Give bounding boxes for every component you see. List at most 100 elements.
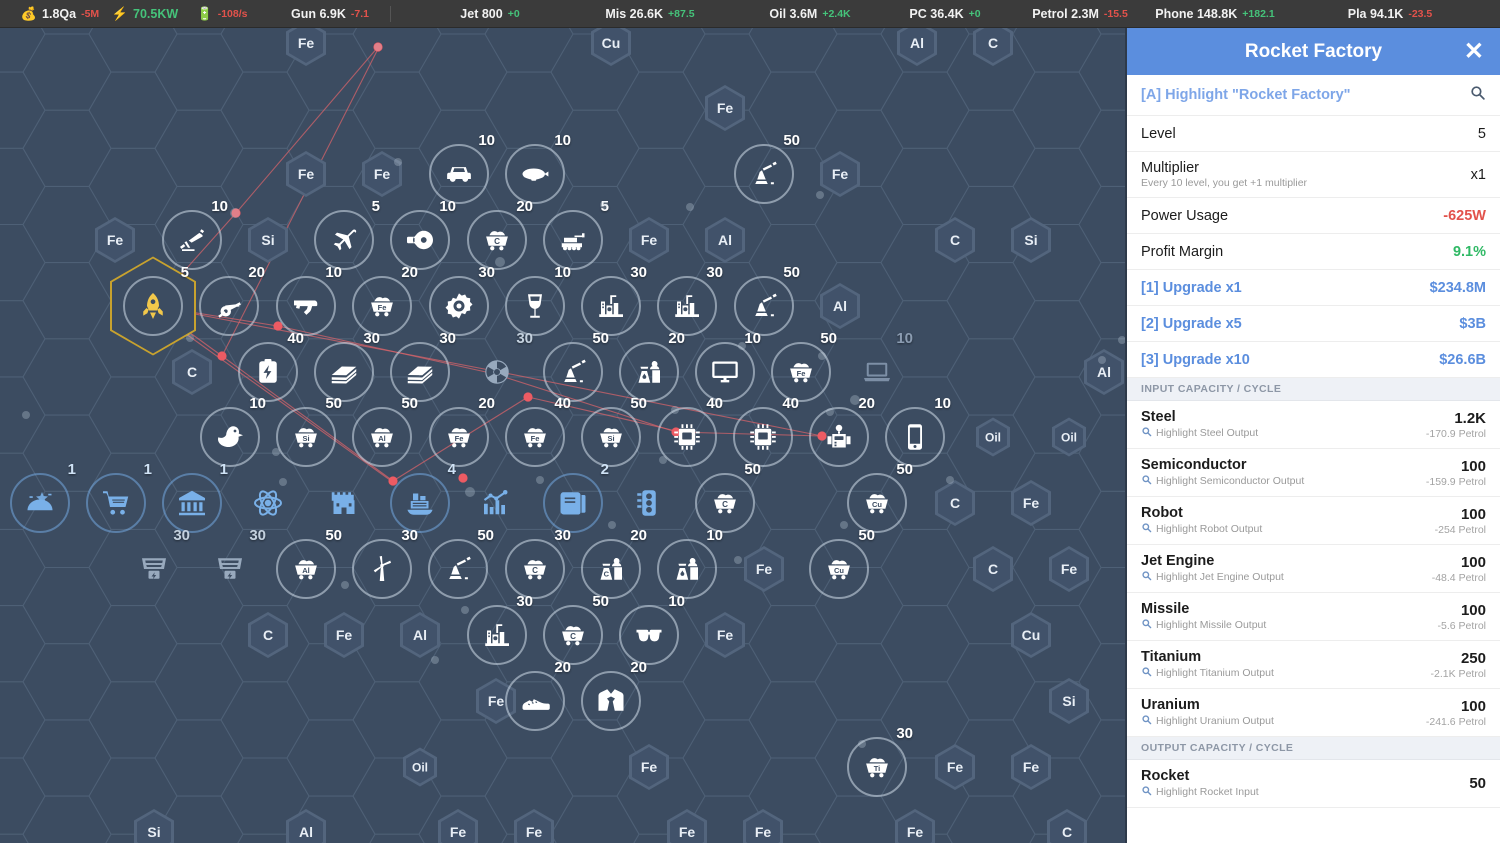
building-castle[interactable] [314, 473, 374, 533]
artillery-icon [214, 291, 244, 321]
output-resource-row[interactable]: RocketHighlight Rocket Input50 [1127, 760, 1500, 808]
building-stock-chart[interactable] [466, 473, 526, 533]
building-missile-launcher[interactable]: 10 [162, 210, 222, 270]
input-left: TitaniumHighlight Titanium Output [1141, 649, 1274, 680]
building-coal-cart[interactable]: C50 [695, 473, 755, 533]
building-tank[interactable]: 5 [543, 210, 603, 270]
building-iron-cart[interactable]: Fe50 [771, 342, 831, 402]
building-silicon-cart[interactable]: Si50 [581, 407, 641, 467]
building-airplane[interactable]: 5 [314, 210, 374, 270]
building-car-factory[interactable]: 10 [429, 144, 489, 204]
building-iron-cart[interactable]: Fe20 [352, 276, 412, 336]
building-coal-cart[interactable]: C50 [543, 605, 603, 665]
building-aluminium-cart[interactable]: Al50 [352, 407, 412, 467]
resource-blob [818, 352, 826, 360]
building-nuclear-plant[interactable]: 20 [619, 342, 679, 402]
building-iron-cart[interactable]: Fe20 [429, 407, 489, 467]
building-gear[interactable]: 30 [429, 276, 489, 336]
input-cost: -48.4 Petrol [1432, 572, 1486, 584]
building-oil-derrick[interactable]: 50 [734, 276, 794, 336]
building-oil-derrick[interactable]: 50 [734, 144, 794, 204]
building-steel-beam[interactable]: 30 [314, 342, 374, 402]
building-refinery[interactable]: 30 [467, 605, 527, 665]
input-resource-row[interactable]: UraniumHighlight Uranium Output100-241.6… [1127, 689, 1500, 737]
input-highlight-link[interactable]: Highlight Semiconductor Output [1141, 474, 1304, 488]
building-wine-glass[interactable]: 10 [505, 276, 565, 336]
steel-beam-icon [405, 357, 435, 387]
building-book[interactable]: 2 [543, 473, 603, 533]
building-uranium[interactable]: 30 [467, 342, 527, 402]
upgrade-row[interactable]: [3] Upgrade x10$26.6B [1127, 342, 1500, 378]
traffic-light-icon [634, 488, 664, 518]
building-steel-beam[interactable]: 30 [390, 342, 450, 402]
building-aluminium-cart[interactable]: Al50 [276, 539, 336, 599]
building-robot[interactable]: 20 [809, 407, 869, 467]
building-cargo-ship[interactable]: 4 [390, 473, 450, 533]
resource-blob [816, 191, 824, 199]
building-atom[interactable] [238, 473, 298, 533]
building-duck[interactable]: 10 [200, 407, 260, 467]
building-iron-cart[interactable]: Fe40 [505, 407, 565, 467]
resource-hex-label: Fe [526, 824, 542, 840]
building-copper-cart[interactable]: Cu50 [847, 473, 907, 533]
building-shoe[interactable]: 20 [505, 671, 565, 731]
building-nuclear-plant[interactable]: 10 [657, 539, 717, 599]
building-airship-factory[interactable]: 10 [505, 144, 565, 204]
building-copper-cart[interactable]: Cu50 [809, 539, 869, 599]
building-monitor[interactable]: 10 [695, 342, 755, 402]
building-glasses[interactable]: 10 [619, 605, 679, 665]
input-resource-row[interactable]: MissileHighlight Missile Output100-5.6 P… [1127, 593, 1500, 641]
resource-hex-label: Oil [985, 430, 1001, 444]
input-highlight-link[interactable]: Highlight Missile Output [1141, 618, 1266, 632]
building-traffic-light[interactable] [619, 473, 679, 533]
building-jet-engine[interactable]: 10 [390, 210, 450, 270]
resource-blob [431, 656, 439, 664]
building-solar-panel[interactable]: 30 [200, 539, 260, 599]
building-refinery[interactable]: 30 [581, 276, 641, 336]
building-battery-factory[interactable]: 40 [238, 342, 298, 402]
resource-blob [1118, 336, 1125, 344]
input-highlight-link[interactable]: Highlight Jet Engine Output [1141, 570, 1284, 584]
output-left: RocketHighlight Rocket Input [1141, 768, 1259, 799]
building-titanium-cart[interactable]: Ti30 [847, 737, 907, 797]
resource-hex-label: Fe [679, 824, 695, 840]
input-resource-row[interactable]: SteelHighlight Steel Output1.2K-170.9 Pe… [1127, 401, 1500, 449]
upgrade-row[interactable]: [2] Upgrade x5$3B [1127, 306, 1500, 342]
building-coal-cart[interactable]: C30 [505, 539, 565, 599]
building-bank[interactable]: 1 [162, 473, 222, 533]
highlight-building-row[interactable]: [A] Highlight "Rocket Factory" [1127, 75, 1500, 116]
hex-map[interactable]: FeCuAlCFeFeFeFeFeSiFeAlCSiAlCAlOilOilCFe… [0, 28, 1125, 843]
building-shopping-cart[interactable]: 1 [86, 473, 146, 533]
close-icon[interactable]: ✕ [1464, 40, 1484, 64]
input-resource-row[interactable]: TitaniumHighlight Titanium Output250-2.1… [1127, 641, 1500, 689]
upgrade-row[interactable]: [1] Upgrade x1$234.8M [1127, 270, 1500, 306]
building-oil-derrick[interactable]: 50 [543, 342, 603, 402]
input-resource-row[interactable]: RobotHighlight Robot Output100-254 Petro… [1127, 497, 1500, 545]
output-highlight-link[interactable]: Highlight Rocket Input [1141, 785, 1259, 799]
building-silicon-cart[interactable]: Si50 [276, 407, 336, 467]
input-capacity-value: 100 [1461, 602, 1486, 619]
building-oil-derrick[interactable]: 50 [428, 539, 488, 599]
building-artillery[interactable]: 20 [199, 276, 259, 336]
input-highlight-link[interactable]: Highlight Uranium Output [1141, 714, 1274, 728]
input-highlight-link[interactable]: Highlight Steel Output [1141, 426, 1258, 440]
building-chip[interactable]: 40 [733, 407, 793, 467]
building-smartphone[interactable]: 10 [885, 407, 945, 467]
building-solar-panel[interactable]: 30 [124, 539, 184, 599]
building-pistol[interactable]: 10 [276, 276, 336, 336]
search-icon[interactable] [1469, 84, 1486, 106]
input-resource-row[interactable]: SemiconductorHighlight Semiconductor Out… [1127, 449, 1500, 497]
building-rocket[interactable]: 5 [123, 276, 183, 336]
building-wind-turbine[interactable]: 30 [352, 539, 412, 599]
input-highlight-link[interactable]: Highlight Titanium Output [1141, 666, 1274, 680]
input-resource-row[interactable]: Jet EngineHighlight Jet Engine Output100… [1127, 545, 1500, 593]
building-coal-plant[interactable]: C20 [581, 539, 641, 599]
svg-text:Fe: Fe [531, 434, 540, 443]
building-refinery[interactable]: 30 [657, 276, 717, 336]
robot-icon [824, 422, 854, 452]
building-laptop[interactable]: 10 [847, 342, 907, 402]
resource-amount: Pla 94.1K [1348, 7, 1404, 21]
building-suit[interactable]: 20 [581, 671, 641, 731]
input-highlight-link[interactable]: Highlight Robot Output [1141, 522, 1262, 536]
building-airport[interactable]: 1 [10, 473, 70, 533]
